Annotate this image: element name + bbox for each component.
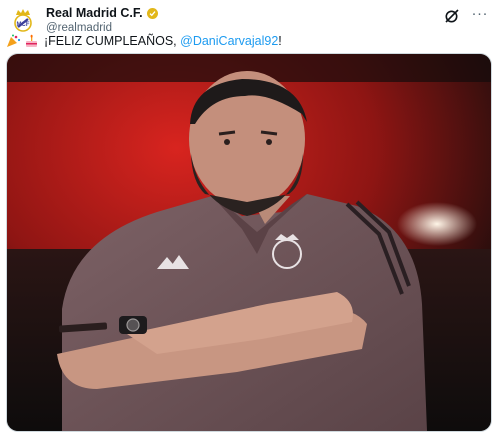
tweet-header: MCF Real Madrid C.F. @realmadrid ··· <box>10 6 490 35</box>
player-photo <box>7 54 491 431</box>
gold-verified-badge-icon <box>146 7 158 19</box>
more-options-icon[interactable]: ··· <box>472 6 489 22</box>
avatar[interactable]: MCF <box>10 7 36 33</box>
tweet-text-suffix: ! <box>278 34 282 48</box>
author-names: Real Madrid C.F. @realmadrid <box>46 6 158 35</box>
author-display-name[interactable]: Real Madrid C.F. <box>46 6 143 20</box>
party-popper-emoji-icon <box>6 34 22 48</box>
birthday-cake-emoji-icon <box>24 34 40 48</box>
tweet-text: ¡FELIZ CUMPLEAÑOS, @DaniCarvajal92 ! <box>6 33 282 49</box>
mention-link[interactable]: @DaniCarvajal92 <box>180 33 278 49</box>
grok-icon[interactable] <box>444 8 460 24</box>
tweet-media-photo[interactable] <box>6 53 492 432</box>
tweet-text-prefix: ¡FELIZ CUMPLEAÑOS, <box>44 34 181 48</box>
svg-text:MCF: MCF <box>17 22 30 28</box>
real-madrid-crest-icon: MCF <box>14 9 32 32</box>
